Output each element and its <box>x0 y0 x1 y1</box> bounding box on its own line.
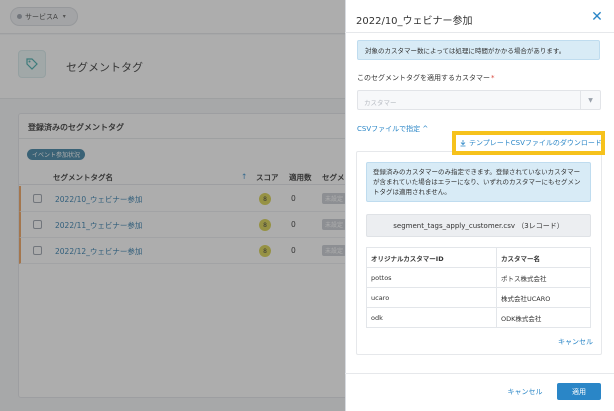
info-message: 対象のカスタマー数によっては処理に時間がかかる場合があります。 <box>357 40 600 60</box>
divider <box>345 32 614 33</box>
download-icon <box>460 140 466 147</box>
template-download-label: テンプレートCSVファイルのダウンロード <box>469 139 602 147</box>
divider <box>345 373 614 374</box>
customer-select-placeholder: カスタマー <box>364 99 397 107</box>
table-row: ucaro 株式会社UCARO <box>366 287 591 308</box>
customer-field-label-text: このセグメントタグを適用するカスタマー <box>357 74 490 82</box>
csv-notice: 登録済みのカスタマーのみ指定できます。登録されていないカスタマーが含まれていた場… <box>366 162 591 202</box>
close-icon[interactable]: ✕ <box>588 8 606 26</box>
csv-cancel-link[interactable]: キャンセル <box>558 337 593 347</box>
customer-name-cell: ポトス株式会社 <box>496 267 591 288</box>
customer-name-cell: 株式会社UCARO <box>496 287 591 308</box>
info-message-text: 対象のカスタマー数によっては処理に時間がかかる場合があります。 <box>365 47 566 55</box>
panel-title: 2022/10_ウェビナー参加 <box>356 16 473 27</box>
customer-id-cell: ucaro <box>366 287 497 308</box>
customer-name-cell: ODK株式会社 <box>496 307 591 328</box>
cancel-button[interactable]: キャンセル <box>501 383 549 400</box>
chevron-down-icon[interactable]: ▼ <box>580 91 600 109</box>
customer-id-cell: odk <box>366 307 497 328</box>
table-row: odk ODK株式会社 <box>366 307 591 328</box>
customer-id-cell: pottos <box>366 267 497 288</box>
customer-table: オリジナルカスタマーID カスタマー名 pottos ポトス株式会社 ucaro… <box>366 247 591 328</box>
customer-field-label: このセグメントタグを適用するカスタマー* <box>357 73 495 83</box>
column-header-customer-id: オリジナルカスタマーID <box>366 247 497 268</box>
template-download-link[interactable]: テンプレートCSVファイルのダウンロード <box>459 138 602 148</box>
uploaded-file[interactable]: segment_tags_apply_customer.csv （3レコード） <box>366 214 591 237</box>
csv-toggle[interactable]: CSVファイルで指定 ^ <box>357 124 428 134</box>
column-header-customer-name: カスタマー名 <box>496 247 591 268</box>
customer-select[interactable]: カスタマー ▼ <box>357 90 601 110</box>
apply-button[interactable]: 適用 <box>557 383 601 400</box>
table-header-row: オリジナルカスタマーID カスタマー名 <box>366 247 591 268</box>
table-row: pottos ポトス株式会社 <box>366 267 591 288</box>
modal-overlay[interactable] <box>0 0 345 411</box>
required-mark: * <box>491 74 495 82</box>
